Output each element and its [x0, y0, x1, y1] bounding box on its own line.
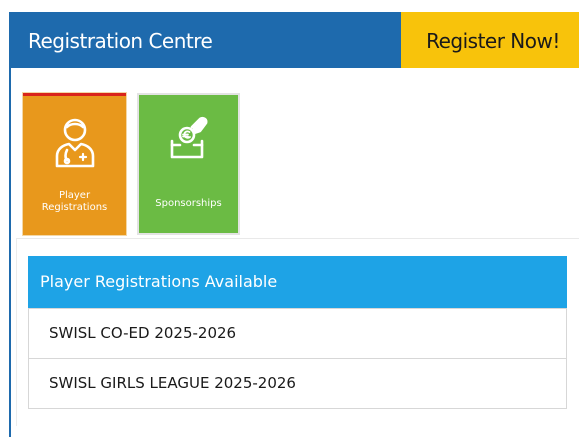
player-label-line1: Player [58, 190, 91, 201]
sponsorship-icon [139, 115, 238, 175]
left-border [9, 68, 11, 437]
player-registrations-tile[interactable]: Player Registrations [23, 93, 126, 235]
registration-centre-page: Registration Centre Register Now! Player… [0, 0, 579, 437]
registrations-heading: Player Registrations Available [28, 256, 567, 308]
player-label-line2: Registrations [41, 202, 108, 213]
register-now-button[interactable]: Register Now! [401, 12, 579, 68]
registration-item-coed[interactable]: SWISL CO-ED 2025-2026 [28, 308, 567, 359]
player-icon [23, 116, 126, 176]
header-bar: Registration Centre Register Now! [9, 12, 579, 68]
page-title: Registration Centre [28, 29, 213, 53]
player-registrations-label: Player Registrations [23, 190, 126, 214]
registration-item-girls-league[interactable]: SWISL GIRLS LEAGUE 2025-2026 [28, 359, 567, 409]
sponsorships-label: Sponsorships [155, 198, 222, 209]
sponsorships-tile[interactable]: Sponsorships [137, 93, 240, 235]
